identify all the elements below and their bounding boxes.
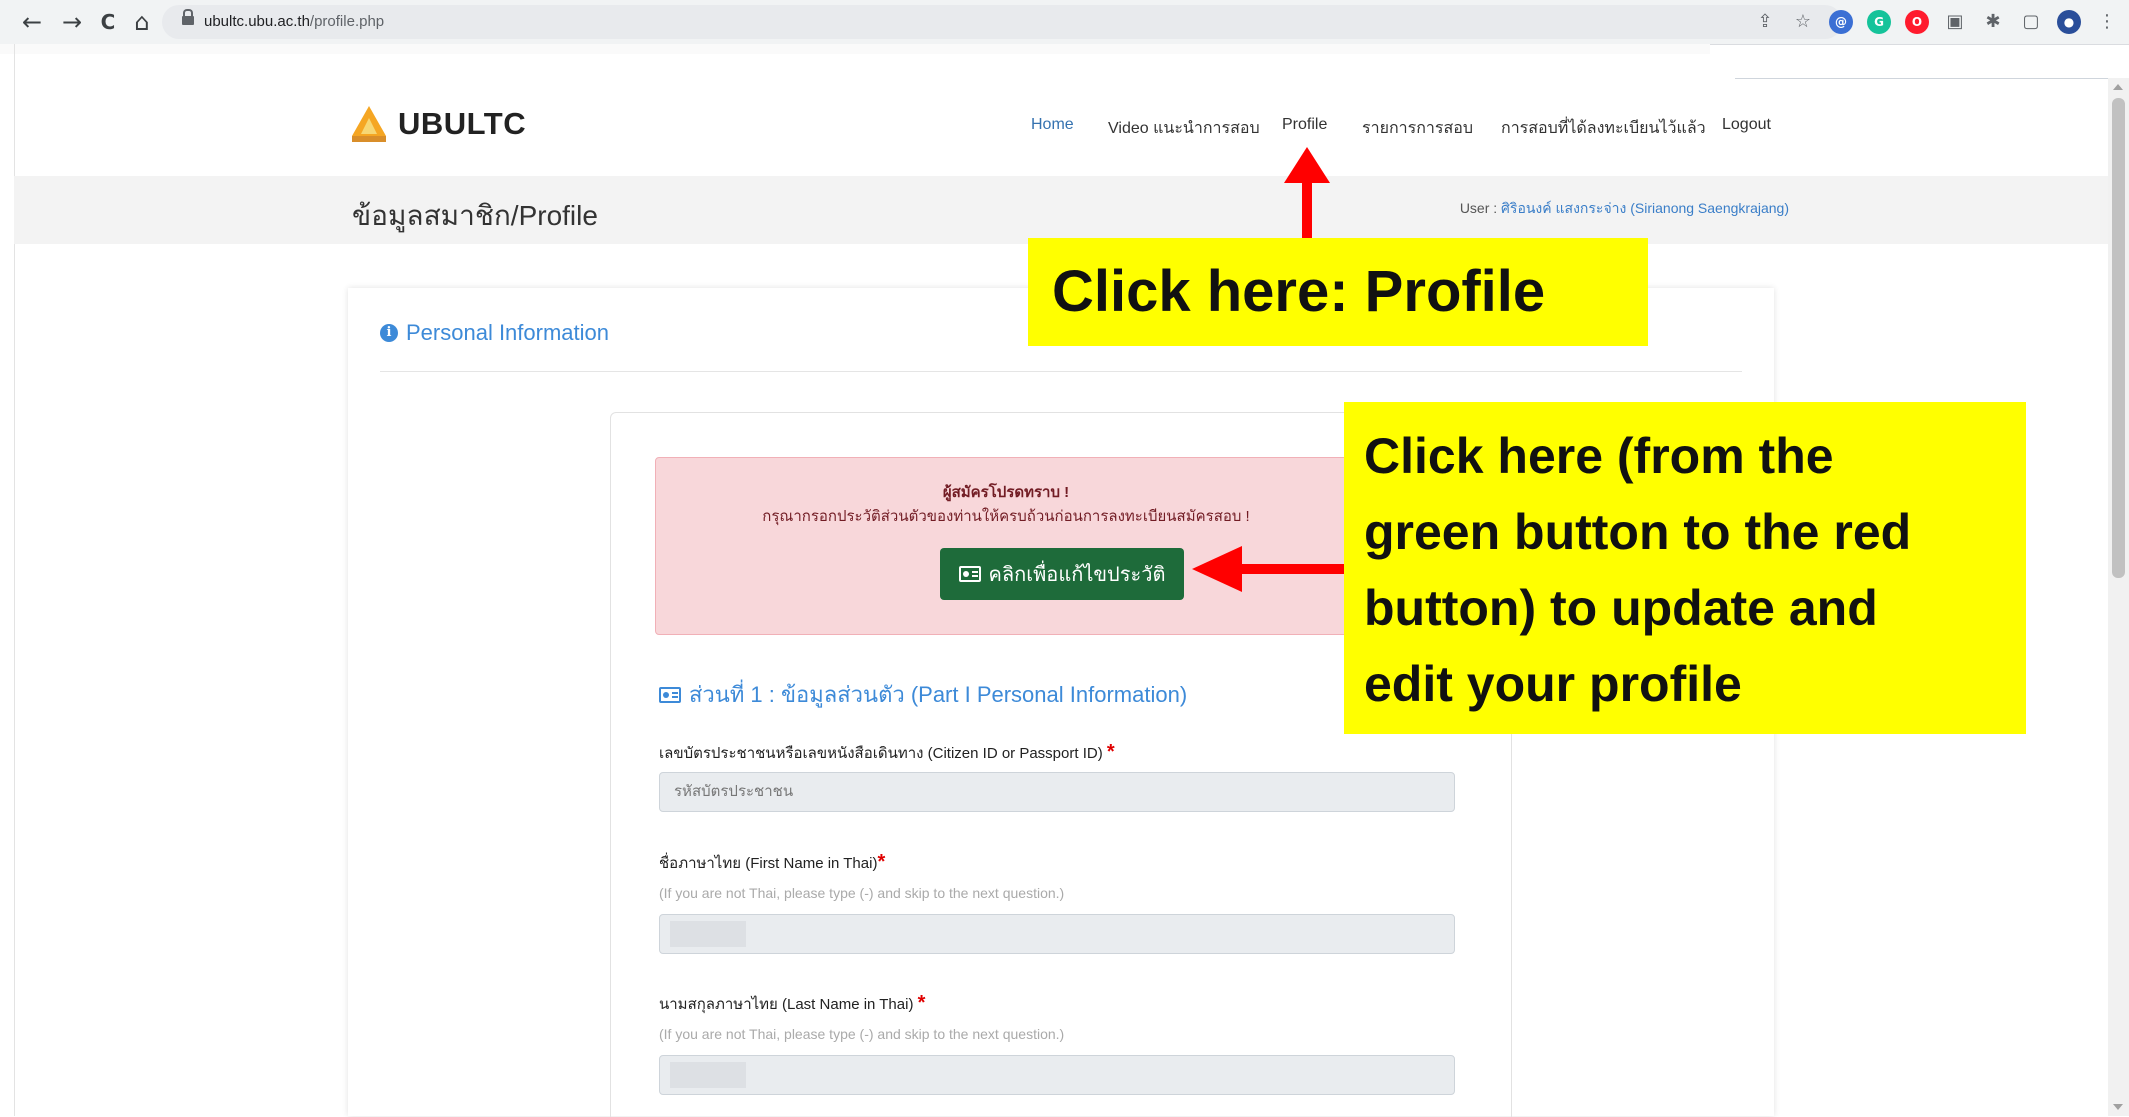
required-mark: *: [877, 851, 886, 873]
url-text: ubultc.ubu.ac.th/profile.php: [204, 13, 384, 30]
edit-callout-line: Click here (from the: [1364, 428, 1834, 484]
forward-icon[interactable]: →: [56, 6, 88, 38]
share-icon[interactable]: ⇪: [1753, 10, 1777, 34]
back-icon[interactable]: ←: [16, 6, 48, 38]
page-separator: [1735, 78, 2129, 79]
notice-title: ผู้สมัครโปรดทราบ !: [942, 484, 1070, 501]
grammarly-icon[interactable]: G: [1867, 10, 1891, 34]
page-subheader: ข้อมูลสมาชิก/Profile User : ศิริอนงค์ แส…: [14, 176, 2108, 244]
section-heading-part1: ส่วนที่ 1 : ข้อมูลส่วนตัว (Part I Person…: [659, 677, 1187, 712]
page-title: ข้อมูลสมาชิก/Profile: [352, 200, 598, 231]
sidepanel-icon[interactable]: ▢: [2019, 10, 2043, 34]
nav-registered-exams[interactable]: การสอบที่ได้ลงทะเบียนไว้แล้ว: [1501, 116, 1706, 141]
edit-callout-line: button) to update and: [1364, 580, 1878, 636]
last-name-thai-label: นามสกุลภาษาไทย (Last Name in Thai) *: [659, 992, 925, 1016]
page-loading-strip: [0, 44, 1710, 54]
id-card-icon: [659, 686, 681, 703]
edit-profile-button[interactable]: คลิกเพื่อแก้ไขประวัติ: [940, 548, 1184, 600]
reload-icon[interactable]: C: [92, 6, 124, 38]
user-info: User : ศิริอนงค์ แสงกระจ่าง (Sirianong S…: [1460, 198, 1789, 220]
citizen-id-label: เลขบัตรประชาชนหรือเลขหนังสือเดินทาง (Cit…: [659, 741, 1115, 765]
user-prefix: User :: [1459, 200, 1502, 216]
first-name-thai-field[interactable]: [659, 914, 1455, 954]
user-name[interactable]: ศิริอนงค์ แสงกระจ่าง (Sirianong Saengkra…: [1501, 200, 1789, 216]
citizen-id-field[interactable]: รหัสบัตรประชาชน: [659, 772, 1455, 812]
alert-notice: ผู้สมัครโปรดทราบ ! กรุณากรอกประวัติส่วนต…: [655, 457, 1357, 635]
edit-callout-line: edit your profile: [1364, 656, 1742, 712]
scrollbar[interactable]: [2108, 78, 2129, 1116]
logo-text: UBULTC: [398, 106, 527, 141]
section-heading-text: ส่วนที่ 1 : ข้อมูลส่วนตัว (Part I Person…: [689, 682, 1188, 707]
id-card-icon: [958, 566, 981, 582]
profile-callout: Click here: Profile: [1028, 238, 1648, 346]
star-icon[interactable]: ☆: [1791, 10, 1815, 34]
edit-profile-button-label: คลิกเพื่อแก้ไขประวัติ: [988, 564, 1166, 586]
browser-toolbar: ← → C ⌂ ubultc.ubu.ac.th/profile.php ⇪ ☆…: [0, 0, 2129, 45]
lock-icon[interactable]: [182, 9, 194, 26]
menu-icon[interactable]: ⋮: [2095, 10, 2119, 34]
puzzle-icon[interactable]: ✱: [1981, 10, 2005, 34]
home-icon[interactable]: ⌂: [126, 6, 158, 38]
extension-bar: ⇪ ☆ @ G O ▣ ✱ ▢ ● ⋮: [1753, 8, 2119, 36]
temple-logo-icon: [352, 106, 386, 142]
card-divider: [380, 371, 1742, 372]
profile-avatar[interactable]: ●: [2057, 10, 2081, 34]
citizen-id-label-text: เลขบัตรประชาชนหรือเลขหนังสือเดินทาง (Cit…: [659, 745, 1103, 762]
first-name-thai-label-text: ชื่อภาษาไทย (First Name in Thai): [659, 855, 878, 872]
info-icon: i: [380, 324, 398, 342]
scroll-up-icon[interactable]: [2113, 84, 2123, 90]
last-name-thai-hint: (If you are not Thai, please type (-) an…: [659, 1026, 1065, 1042]
scroll-down-icon[interactable]: [2113, 1104, 2123, 1110]
personal-info-heading: i Personal Information: [380, 320, 609, 346]
last-name-thai-field[interactable]: [659, 1055, 1455, 1095]
url-path: /profile.php: [309, 13, 385, 30]
first-name-thai-hint: (If you are not Thai, please type (-) an…: [659, 885, 1065, 901]
required-mark: *: [917, 992, 926, 1014]
last-name-thai-label-text: นามสกุลภาษาไทย (Last Name in Thai): [659, 996, 914, 1013]
nav-logout[interactable]: Logout: [1722, 116, 1771, 134]
edit-profile-callout: Click here (from the green button to the…: [1344, 402, 2026, 734]
nav-video[interactable]: Video แนะนำการสอบ: [1108, 116, 1260, 141]
personal-info-heading-text: Personal Information: [406, 320, 609, 345]
scroll-thumb[interactable]: [2112, 98, 2125, 578]
required-mark: *: [1106, 741, 1115, 763]
first-name-thai-label: ชื่อภาษาไทย (First Name in Thai)*: [659, 851, 885, 875]
redacted-value: [670, 1062, 746, 1088]
extension-icon[interactable]: @: [1829, 10, 1853, 34]
url-domain: ubultc.ubu.ac.th: [204, 13, 310, 30]
opera-icon[interactable]: O: [1905, 10, 1929, 34]
address-bar[interactable]: ubultc.ubu.ac.th/profile.php: [162, 5, 1842, 39]
nav-exam-list[interactable]: รายการการสอบ: [1362, 116, 1473, 141]
nav-home[interactable]: Home: [1031, 116, 1074, 134]
site-logo[interactable]: UBULTC: [352, 106, 526, 142]
nav-profile[interactable]: Profile: [1282, 116, 1327, 134]
edit-callout-line: green button to the red: [1364, 504, 1912, 560]
screenshot-icon[interactable]: ▣: [1943, 10, 1967, 34]
redacted-value: [670, 921, 746, 947]
notice-body: กรุณากรอกประวัติส่วนตัวของท่านให้ครบถ้วน…: [762, 508, 1250, 525]
